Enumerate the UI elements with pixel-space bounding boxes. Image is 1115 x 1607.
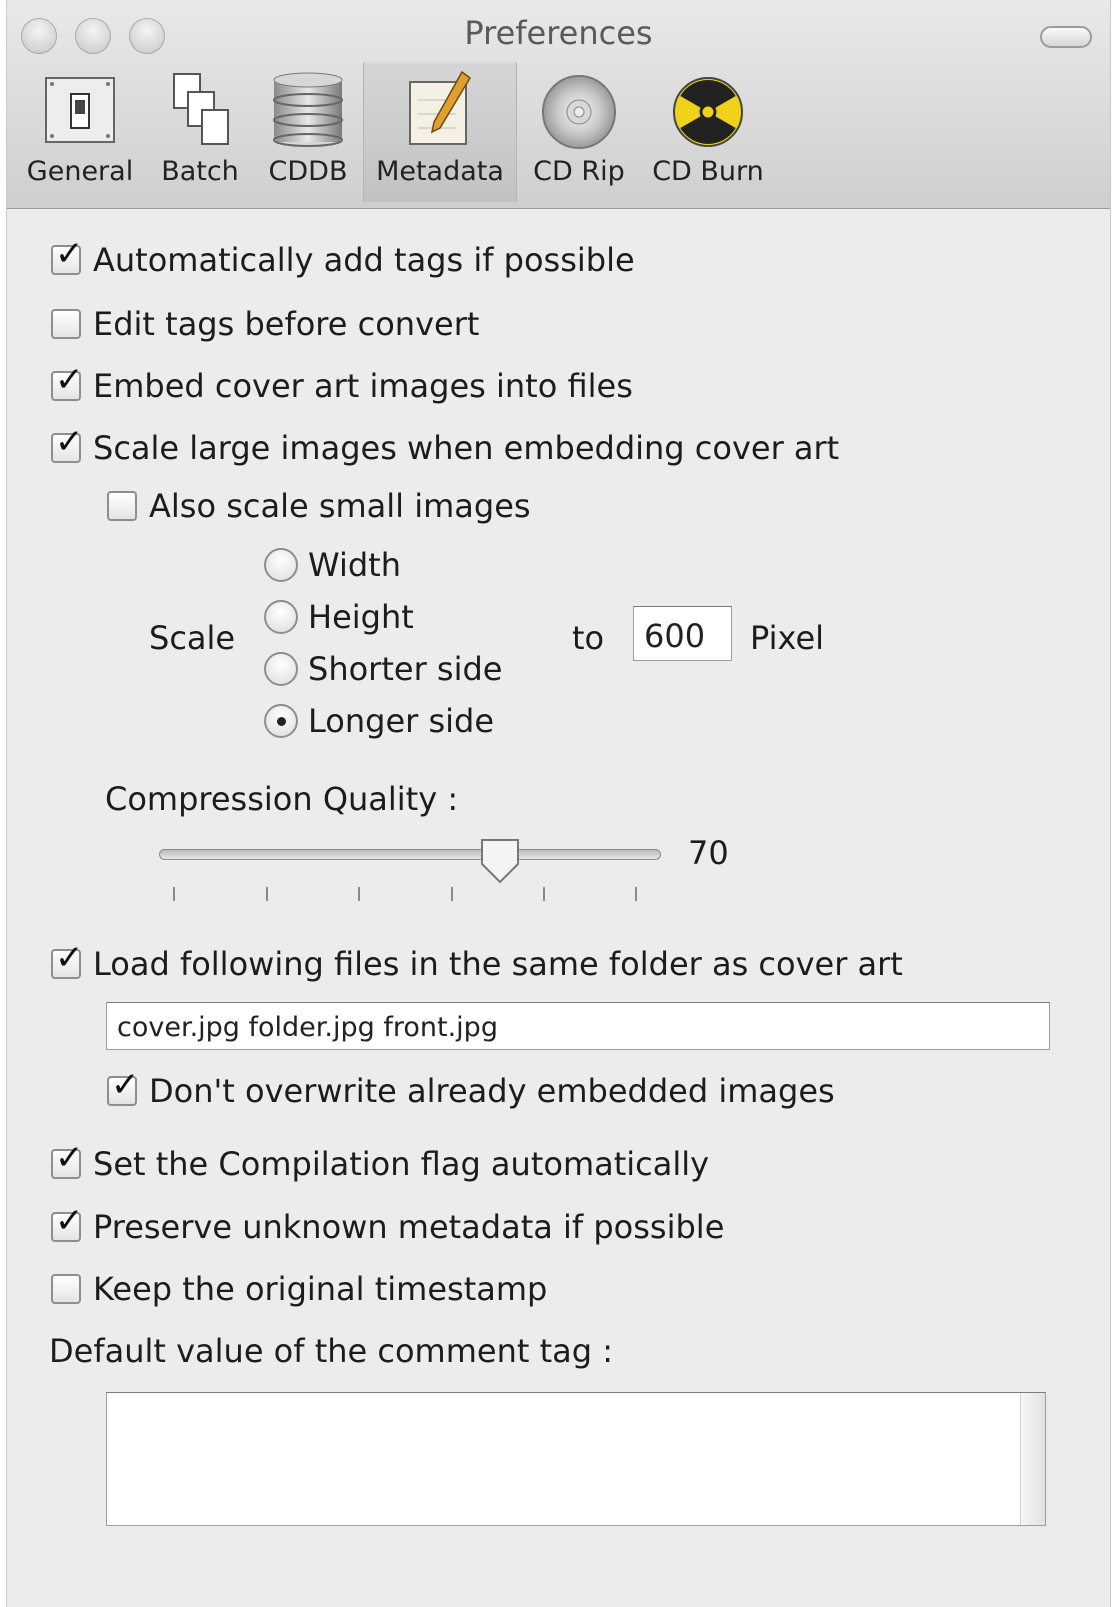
dont-overwrite-label: Don't overwrite already embedded images [149,1072,835,1110]
slider-tick [358,887,360,901]
radio-height[interactable]: Height [264,598,414,636]
checkbox-box[interactable]: ✓ [51,425,84,463]
preserve-unknown-checkbox[interactable]: ✓ Preserve unknown metadata if possible [51,1204,725,1246]
toolbar-toggle-button[interactable] [1040,26,1092,48]
checkbox-box[interactable]: ✓ [51,363,84,401]
slider-tick [451,887,453,901]
scale-large-checkbox[interactable]: ✓ Scale large images when embedding cove… [51,425,840,467]
slider-tick [543,887,545,901]
auto-add-tags-checkbox[interactable]: ✓ Automatically add tags if possible [51,237,635,279]
documents-icon [173,73,229,145]
comment-textarea[interactable] [106,1392,1046,1526]
embed-cover-checkbox[interactable]: ✓ Embed cover art images into files [51,363,633,405]
checkmark-icon: ✓ [55,1138,84,1178]
radio-button[interactable] [264,548,298,582]
radio-dot-icon [277,717,286,726]
tab-cddb-label: CDDB [268,156,348,187]
checkmark-icon: ✓ [55,234,84,274]
radio-shorter-side-label: Shorter side [308,650,503,688]
tab-cd-burn-label: CD Burn [652,156,764,187]
radio-button[interactable] [264,704,298,738]
radio-width-label: Width [308,546,401,584]
cover-files-value: cover.jpg folder.jpg front.jpg [117,1012,498,1043]
checkbox-box[interactable] [107,491,137,521]
checkbox-box[interactable]: ✓ [51,1204,84,1242]
checkmark-icon: ✓ [55,422,84,462]
cover-files-input[interactable]: cover.jpg folder.jpg front.jpg [106,1002,1050,1050]
tab-cd-burn[interactable]: CD Burn [643,62,773,202]
edit-tags-label: Edit tags before convert [93,305,480,343]
compilation-label: Set the Compilation flag automatically [93,1145,710,1183]
radio-longer-side[interactable]: Longer side [264,702,494,740]
checkbox-box[interactable]: ✓ [51,941,84,979]
to-label: to [572,619,605,657]
scale-label: Scale [149,619,236,657]
scale-small-label: Also scale small images [149,487,531,525]
tab-batch[interactable]: Batch [147,62,253,202]
load-files-checkbox[interactable]: ✓ Load following files in the same folde… [51,941,903,983]
slider-tick [635,887,637,901]
compression-slider[interactable] [159,849,661,860]
load-files-label: Load following files in the same folder … [93,945,903,983]
keep-timestamp-checkbox[interactable]: Keep the original timestamp [51,1270,547,1308]
radio-height-label: Height [308,598,414,636]
checkbox-box[interactable]: ✓ [51,1141,84,1179]
comment-tag-label: Default value of the comment tag : [49,1332,613,1370]
radio-shorter-side[interactable]: Shorter side [264,650,502,688]
radio-button[interactable] [264,600,298,634]
tab-batch-label: Batch [161,156,239,187]
checkbox-box[interactable]: ✓ [51,237,84,275]
checkmark-icon: ✓ [55,938,84,978]
compression-quality-label: Compression Quality : [105,780,459,818]
compression-value: 70 [688,834,729,872]
pixel-unit-label: Pixel [750,619,825,657]
radio-longer-side-label: Longer side [308,702,495,740]
window-title: Preferences [464,14,653,52]
dont-overwrite-checkbox[interactable]: ✓ Don't overwrite already embedded image… [107,1068,835,1110]
preferences-window: Preferences General Batch CDDB Metadata … [6,0,1111,1607]
checkbox-box[interactable]: ✓ [107,1068,140,1106]
scale-small-checkbox[interactable]: Also scale small images [107,487,531,525]
radio-width[interactable]: Width [264,546,401,584]
tab-general[interactable]: General [17,62,143,202]
scale-pixel-input[interactable]: 600 [633,606,732,661]
slider-tick [266,887,268,901]
tab-metadata-label: Metadata [376,156,504,187]
checkmark-icon: ✓ [111,1065,140,1105]
title-toolbar: Preferences General Batch CDDB Metadata … [7,0,1110,209]
checkmark-icon: ✓ [55,360,84,400]
tab-general-label: General [26,156,134,187]
compilation-checkbox[interactable]: ✓ Set the Compilation flag automatically [51,1141,710,1183]
slider-tick [173,887,175,901]
switch-panel-icon [45,77,115,143]
tab-cd-rip[interactable]: CD Rip [519,62,639,202]
tab-metadata[interactable]: Metadata [363,62,517,202]
preserve-unknown-label: Preserve unknown metadata if possible [93,1208,725,1246]
radiation-icon [673,77,743,147]
checkbox-box[interactable] [51,1274,81,1304]
tab-cd-rip-label: CD Rip [533,156,625,187]
tab-cddb[interactable]: CDDB [257,62,359,202]
auto-add-tags-label: Automatically add tags if possible [93,241,635,279]
scale-pixel-value: 600 [644,617,706,655]
embed-cover-label: Embed cover art images into files [93,367,633,405]
radio-button[interactable] [264,652,298,686]
checkbox-box[interactable] [51,309,81,339]
pencil-note-icon [409,70,471,145]
slider-knob[interactable] [478,836,522,886]
edit-tags-checkbox[interactable]: Edit tags before convert [51,305,479,343]
scale-large-label: Scale large images when embedding cover … [93,429,840,467]
cd-disc-icon [542,75,616,149]
textarea-scrollbar[interactable] [1020,1393,1045,1525]
checkmark-icon: ✓ [55,1201,84,1241]
database-icon [273,72,343,147]
keep-timestamp-label: Keep the original timestamp [93,1270,548,1308]
